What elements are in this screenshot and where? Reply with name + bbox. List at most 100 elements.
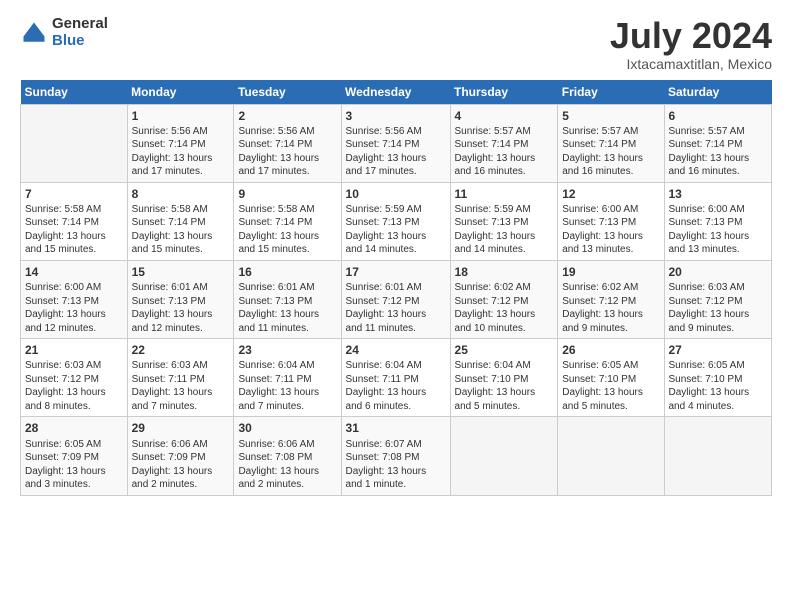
day-cell: 18Sunrise: 6:02 AM Sunset: 7:12 PM Dayli… bbox=[450, 260, 558, 338]
day-number: 17 bbox=[346, 264, 446, 280]
logo-icon bbox=[20, 19, 48, 47]
day-number: 9 bbox=[238, 186, 336, 202]
day-info: Sunrise: 6:00 AM Sunset: 7:13 PM Dayligh… bbox=[25, 281, 123, 335]
day-info: Sunrise: 6:00 AM Sunset: 7:13 PM Dayligh… bbox=[562, 203, 659, 257]
day-number: 31 bbox=[346, 420, 446, 436]
day-number: 5 bbox=[562, 108, 659, 124]
col-monday: Monday bbox=[127, 80, 234, 105]
day-info: Sunrise: 6:03 AM Sunset: 7:12 PM Dayligh… bbox=[669, 281, 768, 335]
day-number: 16 bbox=[238, 264, 336, 280]
day-cell: 6Sunrise: 5:57 AM Sunset: 7:14 PM Daylig… bbox=[664, 104, 772, 182]
day-info: Sunrise: 6:03 AM Sunset: 7:11 PM Dayligh… bbox=[132, 359, 230, 413]
day-info: Sunrise: 6:02 AM Sunset: 7:12 PM Dayligh… bbox=[455, 281, 554, 335]
week-row-2: 7 Sunrise: 5:58 AM Sunset: 7:14 PM Daylig… bbox=[21, 182, 772, 260]
day-info: Sunrise: 6:07 AM Sunset: 7:08 PM Dayligh… bbox=[346, 438, 446, 492]
day-cell: 23Sunrise: 6:04 AM Sunset: 7:11 PM Dayli… bbox=[234, 339, 341, 417]
day-number: 27 bbox=[669, 342, 768, 358]
day-cell: 27Sunrise: 6:05 AM Sunset: 7:10 PM Dayli… bbox=[664, 339, 772, 417]
day-number: 4 bbox=[455, 108, 554, 124]
day-cell: 24Sunrise: 6:04 AM Sunset: 7:11 PM Dayli… bbox=[341, 339, 450, 417]
day-number: 6 bbox=[669, 108, 768, 124]
day-number: 7 bbox=[25, 186, 123, 202]
day-cell bbox=[450, 417, 558, 495]
day-info: Sunrise: 6:01 AM Sunset: 7:13 PM Dayligh… bbox=[238, 281, 336, 335]
day-number: 10 bbox=[346, 186, 446, 202]
day-cell bbox=[558, 417, 664, 495]
day-number: 20 bbox=[669, 264, 768, 280]
day-cell bbox=[664, 417, 772, 495]
day-info: Sunrise: 6:04 AM Sunset: 7:10 PM Dayligh… bbox=[455, 359, 554, 413]
day-cell: 21Sunrise: 6:03 AM Sunset: 7:12 PM Dayli… bbox=[21, 339, 128, 417]
day-cell: 15Sunrise: 6:01 AM Sunset: 7:13 PM Dayli… bbox=[127, 260, 234, 338]
main-title: July 2024 bbox=[610, 16, 772, 56]
day-cell: 22Sunrise: 6:03 AM Sunset: 7:11 PM Dayli… bbox=[127, 339, 234, 417]
day-info: Sunrise: 5:56 AM Sunset: 7:14 PM Dayligh… bbox=[346, 125, 446, 179]
day-info: Sunrise: 5:59 AM Sunset: 7:13 PM Dayligh… bbox=[455, 203, 554, 257]
day-cell: 29 Sunrise: 6:06 AM Sunset: 7:09 PM Dayli… bbox=[127, 417, 234, 495]
day-cell: 4Sunrise: 5:57 AM Sunset: 7:14 PM Daylig… bbox=[450, 104, 558, 182]
day-info: Sunrise: 5:57 AM Sunset: 7:14 PM Dayligh… bbox=[669, 125, 768, 179]
day-number: 13 bbox=[669, 186, 768, 202]
day-cell: 20Sunrise: 6:03 AM Sunset: 7:12 PM Dayli… bbox=[664, 260, 772, 338]
day-info: Sunrise: 6:02 AM Sunset: 7:12 PM Dayligh… bbox=[562, 281, 659, 335]
week-row-5: 28 Sunrise: 6:05 AM Sunset: 7:09 PM Dayli… bbox=[21, 417, 772, 495]
day-info: Sunrise: 5:56 AM Sunset: 7:14 PM Dayligh… bbox=[132, 125, 230, 179]
day-cell: 8Sunrise: 5:58 AM Sunset: 7:14 PM Daylig… bbox=[127, 182, 234, 260]
subtitle: Ixtacamaxtitlan, Mexico bbox=[610, 56, 772, 72]
day-cell: 16Sunrise: 6:01 AM Sunset: 7:13 PM Dayli… bbox=[234, 260, 341, 338]
logo-blue: Blue bbox=[52, 33, 108, 50]
day-cell: 3Sunrise: 5:56 AM Sunset: 7:14 PM Daylig… bbox=[341, 104, 450, 182]
col-friday: Friday bbox=[558, 80, 664, 105]
day-info: Sunrise: 6:04 AM Sunset: 7:11 PM Dayligh… bbox=[238, 359, 336, 413]
day-cell: 30Sunrise: 6:06 AM Sunset: 7:08 PM Dayli… bbox=[234, 417, 341, 495]
day-number: 8 bbox=[132, 186, 230, 202]
day-cell bbox=[21, 104, 128, 182]
day-cell: 19Sunrise: 6:02 AM Sunset: 7:12 PM Dayli… bbox=[558, 260, 664, 338]
day-number: 18 bbox=[455, 264, 554, 280]
header: General Blue July 2024 Ixtacamaxtitlan, … bbox=[20, 16, 772, 72]
day-cell: 31 Sunrise: 6:07 AM Sunset: 7:08 PM Dayli… bbox=[341, 417, 450, 495]
day-number: 19 bbox=[562, 264, 659, 280]
calendar-table: Sunday Monday Tuesday Wednesday Thursday… bbox=[20, 80, 772, 496]
col-sunday: Sunday bbox=[21, 80, 128, 105]
day-cell: 26Sunrise: 6:05 AM Sunset: 7:10 PM Dayli… bbox=[558, 339, 664, 417]
day-info: Sunrise: 5:59 AM Sunset: 7:13 PM Dayligh… bbox=[346, 203, 446, 257]
col-tuesday: Tuesday bbox=[234, 80, 341, 105]
day-info: Sunrise: 5:58 AM Sunset: 7:14 PM Dayligh… bbox=[238, 203, 336, 257]
day-number: 12 bbox=[562, 186, 659, 202]
day-number: 22 bbox=[132, 342, 230, 358]
day-number: 3 bbox=[346, 108, 446, 124]
day-info: Sunrise: 6:04 AM Sunset: 7:11 PM Dayligh… bbox=[346, 359, 446, 413]
day-cell: 14Sunrise: 6:00 AM Sunset: 7:13 PM Dayli… bbox=[21, 260, 128, 338]
day-info: Sunrise: 6:06 AM Sunset: 7:09 PM Dayligh… bbox=[132, 438, 230, 492]
day-info: Sunrise: 5:58 AM Sunset: 7:14 PM Dayligh… bbox=[132, 203, 230, 257]
day-cell: 2Sunrise: 5:56 AM Sunset: 7:14 PM Daylig… bbox=[234, 104, 341, 182]
day-cell: 1Sunrise: 5:56 AM Sunset: 7:14 PM Daylig… bbox=[127, 104, 234, 182]
day-info: Sunrise: 6:01 AM Sunset: 7:13 PM Dayligh… bbox=[132, 281, 230, 335]
day-cell: 9Sunrise: 5:58 AM Sunset: 7:14 PM Daylig… bbox=[234, 182, 341, 260]
day-info: Sunrise: 5:56 AM Sunset: 7:14 PM Dayligh… bbox=[238, 125, 336, 179]
day-info: Sunrise: 6:05 AM Sunset: 7:10 PM Dayligh… bbox=[562, 359, 659, 413]
col-saturday: Saturday bbox=[664, 80, 772, 105]
day-number: 29 bbox=[132, 420, 230, 436]
day-info: Sunrise: 6:05 AM Sunset: 7:09 PM Dayligh… bbox=[25, 438, 123, 492]
day-cell: 13Sunrise: 6:00 AM Sunset: 7:13 PM Dayli… bbox=[664, 182, 772, 260]
day-cell: 7Sunrise: 5:58 AM Sunset: 7:14 PM Daylig… bbox=[21, 182, 128, 260]
day-info: Sunrise: 6:00 AM Sunset: 7:13 PM Dayligh… bbox=[669, 203, 768, 257]
day-info: Sunrise: 6:03 AM Sunset: 7:12 PM Dayligh… bbox=[25, 359, 123, 413]
logo: General Blue bbox=[20, 16, 108, 49]
day-number: 25 bbox=[455, 342, 554, 358]
title-block: July 2024 Ixtacamaxtitlan, Mexico bbox=[610, 16, 772, 72]
day-number: 1 bbox=[132, 108, 230, 124]
day-number: 28 bbox=[25, 420, 123, 436]
day-cell: 11Sunrise: 5:59 AM Sunset: 7:13 PM Dayli… bbox=[450, 182, 558, 260]
day-cell: 10Sunrise: 5:59 AM Sunset: 7:13 PM Dayli… bbox=[341, 182, 450, 260]
day-number: 23 bbox=[238, 342, 336, 358]
day-number: 21 bbox=[25, 342, 123, 358]
day-number: 2 bbox=[238, 108, 336, 124]
day-number: 11 bbox=[455, 186, 554, 202]
day-cell: 17Sunrise: 6:01 AM Sunset: 7:12 PM Dayli… bbox=[341, 260, 450, 338]
day-info: Sunrise: 6:01 AM Sunset: 7:12 PM Dayligh… bbox=[346, 281, 446, 335]
week-row-4: 21Sunrise: 6:03 AM Sunset: 7:12 PM Dayli… bbox=[21, 339, 772, 417]
day-number: 26 bbox=[562, 342, 659, 358]
